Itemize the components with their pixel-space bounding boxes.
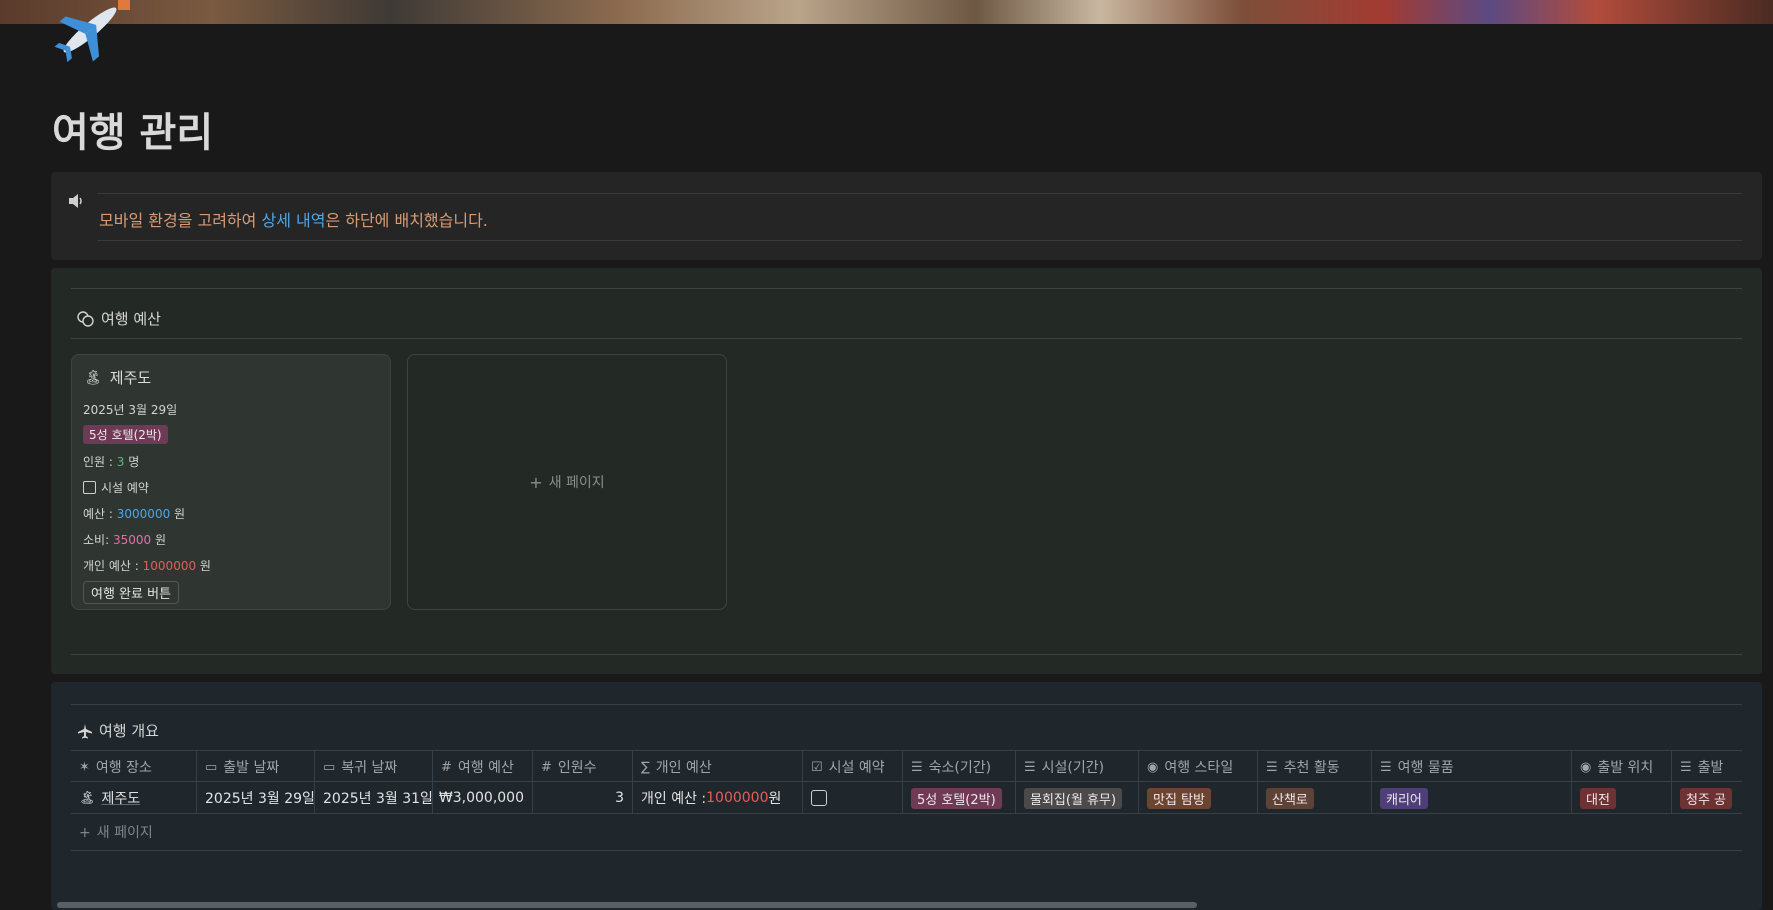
cell-facility-period[interactable]: 물회집(월 휴무) [1016, 782, 1139, 814]
divider [71, 338, 1742, 339]
new-page-label: 새 페이지 [548, 475, 605, 491]
horizontal-scrollbar[interactable] [57, 902, 1197, 908]
cell-depart-date[interactable]: 2025년 3월 29일 [197, 782, 315, 814]
callout-block[interactable]: 모바일 환경을 고려하여 상세 내역은 하단에 배치했습니다. [51, 172, 1762, 260]
cell-facility[interactable] [803, 782, 903, 814]
island-icon: 🏝 [84, 369, 102, 386]
airplane-icon[interactable] [50, 0, 130, 62]
card-title: 🏝 제주도 [84, 367, 151, 388]
cell-depart-loc[interactable]: 대전 [1572, 782, 1672, 814]
island-icon: 🏝 [79, 790, 96, 806]
col-header[interactable]: ◉ 여행 스타일 [1139, 751, 1258, 783]
divider [71, 850, 1742, 851]
card-date: 2025년 3월 29일 [83, 403, 178, 417]
cell-people[interactable]: 3 [533, 782, 633, 814]
coins-icon [77, 310, 94, 327]
col-header[interactable]: # 여행 예산 [433, 751, 533, 783]
callout-text: 모바일 환경을 고려하여 상세 내역은 하단에 배치했습니다. [99, 211, 488, 230]
speaker-icon [69, 194, 82, 208]
card-budget: 예산 : 3000000 원 [83, 507, 186, 521]
col-header[interactable]: ☑ 시설 예약 [803, 751, 903, 783]
new-row-button[interactable]: + 새 페이지 [79, 822, 153, 842]
card-people: 인원 : 3 명 [83, 455, 140, 469]
facility-checkbox[interactable] [83, 481, 96, 494]
trip-done-button[interactable]: 여행 완료 버튼 [83, 581, 180, 604]
divider [97, 193, 1742, 194]
cell-items[interactable]: 캐리어 [1372, 782, 1572, 814]
cover-image[interactable] [0, 0, 1773, 24]
new-page-card[interactable]: + 새 페이지 [407, 354, 727, 610]
col-header[interactable]: ☰ 여행 물품 [1372, 751, 1572, 783]
card-title-text: 제주도 [109, 369, 152, 387]
budget-title: 여행 예산 [101, 310, 161, 328]
cell-style[interactable]: 맛집 탐방 [1139, 782, 1258, 814]
card-spend: 소비: 35000 원 [83, 533, 166, 547]
lodging-tag: 5성 호텔(2박) [83, 425, 168, 444]
divider [71, 654, 1742, 655]
col-header[interactable]: ☰ 출발 [1672, 751, 1742, 783]
cell-personal-budget[interactable]: 개인 예산 : 1000000 원 [633, 782, 803, 814]
overview-section: 여행 개요 ✶ 여행 장소 ▭ 출발 날짜 ▭ 복귀 날짜 # 여행 예산 # 인원수 ∑… [51, 682, 1762, 910]
col-header[interactable]: # 인원수 [533, 751, 633, 783]
trip-card[interactable]: 🏝 제주도 2025년 3월 29일 5성 호텔(2박) 인원 : 3 명 시설… [71, 354, 391, 610]
cell-budget[interactable]: ₩3,000,000 [433, 782, 533, 814]
page-title: 여행 관리 [52, 110, 214, 156]
col-header[interactable]: ◉ 출발 위치 [1572, 751, 1672, 783]
card-personal-budget: 개인 예산 : 1000000 원 [83, 559, 211, 573]
col-header[interactable]: ▭ 출발 날짜 [197, 751, 315, 783]
budget-heading[interactable]: 여행 예산 [77, 308, 161, 329]
budget-section: 여행 예산 🏝 제주도 2025년 3월 29일 5성 호텔(2박) 인원 : … [51, 268, 1762, 674]
callout-link[interactable]: 상세 내역 [261, 211, 325, 230]
cell-place[interactable]: 🏝 제주도 [71, 782, 197, 814]
facility-checkbox[interactable] [811, 790, 827, 806]
plus-icon: + [79, 825, 91, 841]
col-header[interactable]: ✶ 여행 장소 [71, 751, 197, 783]
col-header[interactable]: ☰ 숙소(기간) [903, 751, 1016, 783]
cell-activity[interactable]: 산책로 [1258, 782, 1372, 814]
table-row[interactable]: 🏝 제주도 2025년 3월 29일 2025년 3월 31일 ₩3,000,00… [71, 782, 1742, 814]
col-header[interactable]: ▭ 복귀 날짜 [315, 751, 433, 783]
card-facility[interactable]: 시설 예약 [83, 479, 149, 496]
overview-heading[interactable]: 여행 개요 [77, 720, 159, 741]
divider [71, 288, 1742, 289]
cell-lodging[interactable]: 5성 호텔(2박) [903, 782, 1016, 814]
divider [97, 240, 1742, 241]
divider [71, 704, 1742, 705]
col-header[interactable]: ☰ 시설(기간) [1016, 751, 1139, 783]
cell-depart-extra[interactable]: 청주 공 [1672, 782, 1742, 814]
col-header[interactable]: ☰ 추천 활동 [1258, 751, 1372, 783]
airplane-small-icon [78, 723, 92, 738]
overview-title: 여행 개요 [99, 722, 159, 740]
table-header: ✶ 여행 장소 ▭ 출발 날짜 ▭ 복귀 날짜 # 여행 예산 # 인원수 ∑ 개인 예산 … [71, 750, 1742, 783]
plus-icon: + [529, 472, 543, 492]
cell-return-date[interactable]: 2025년 3월 31일 [315, 782, 433, 814]
col-header[interactable]: ∑ 개인 예산 [633, 751, 803, 783]
